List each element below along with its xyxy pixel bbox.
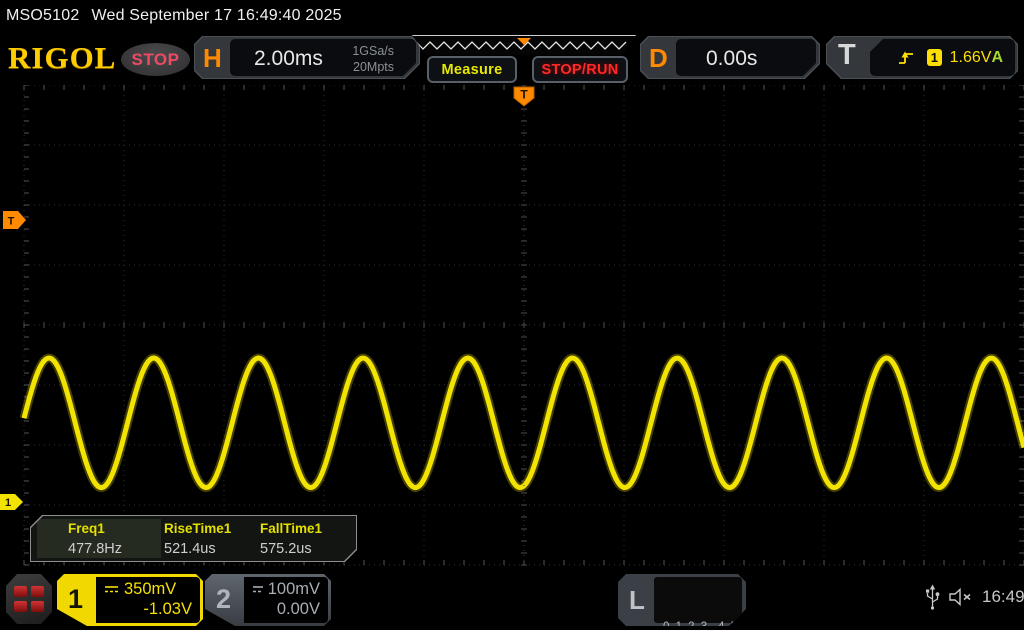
measurement-panel-body: Freq1 477.8Hz RiseTime1 521.4us FallTime… <box>31 516 356 561</box>
toolbar: RIGOL STOP H 2.00ms 1GSa/s 20Mpts Measur… <box>0 30 1024 85</box>
svg-text:1: 1 <box>5 497 11 509</box>
trigger-level-value: 1.66V <box>950 49 992 67</box>
memory-depth: 20Mpts <box>352 59 394 75</box>
speaker-muted-icon[interactable] <box>948 587 974 607</box>
channel1-readout: 350mV -1.03V <box>96 577 200 623</box>
delay-value: 0.00s <box>706 47 757 71</box>
horizontal-panel: 2.00ms 1GSa/s 20Mpts <box>230 39 416 76</box>
trigger-panel: 1 1.66V A <box>870 39 1015 76</box>
logic-channels-button[interactable]: L 0 1 2 3 4 5 6 7 8 9 1011 12131415 <box>618 574 746 626</box>
channel2-scale: 100mV <box>268 580 320 599</box>
status-tray: 16:49 <box>925 584 1024 610</box>
graticule-area: T T 1 Freq1 477.8Hz RiseTime1 521.4us Fall… <box>0 85 1024 566</box>
delay-settings-button[interactable]: D 0.00s <box>640 36 820 79</box>
grid-menu-icon <box>14 586 44 612</box>
acquisition-status-badge: STOP <box>121 43 190 76</box>
usb-icon[interactable] <box>925 584 940 610</box>
channel2-offset: 0.00V <box>252 600 320 619</box>
trigger-settings-button[interactable]: T 1 1.66V A <box>826 36 1018 79</box>
delay-panel: 0.00s <box>676 39 816 76</box>
measure-button[interactable]: Measure <box>427 56 517 83</box>
channel1-scale: 350mV <box>124 580 176 599</box>
horizontal-settings-button[interactable]: H 2.00ms 1GSa/s 20Mpts <box>194 36 420 79</box>
menu-button[interactable] <box>6 574 52 624</box>
sample-rate: 1GSa/s <box>352 43 394 59</box>
channel2-readout: 100mV 0.00V <box>244 577 328 623</box>
datetime: Wed September 17 16:49:40 2025 <box>91 7 341 24</box>
horizontal-label: H <box>203 43 222 74</box>
waveform-preview-strip[interactable] <box>412 35 636 55</box>
measurement-item-freq[interactable]: Freq1 477.8Hz <box>68 521 163 557</box>
measurement-panel[interactable]: Freq1 477.8Hz RiseTime1 521.4us FallTime… <box>30 515 357 562</box>
stop-run-button[interactable]: STOP/RUN <box>532 56 628 83</box>
trigger-mode: A <box>991 49 1003 67</box>
trigger-source-badge: 1 <box>927 49 942 66</box>
channel1-button[interactable]: 1 350mV -1.03V <box>57 574 203 626</box>
logic-label: L <box>629 585 645 616</box>
timebase-value: 2.00ms <box>254 47 323 71</box>
logic-channel-list: 0 1 2 3 4 5 6 7 8 9 1011 12131415 <box>654 577 742 623</box>
logic-row-0-7: 0 1 2 3 4 5 6 7 <box>663 618 742 630</box>
preview-zigzag-icon <box>412 36 636 55</box>
dc-coupling-icon <box>104 585 119 594</box>
sample-rate-block: 1GSa/s 20Mpts <box>352 43 394 75</box>
channel1-offset: -1.03V <box>104 600 192 619</box>
delay-label: D <box>649 43 668 74</box>
channel1-ground-marker[interactable] <box>0 494 23 510</box>
channel1-number: 1 <box>68 584 83 615</box>
trigger-level-marker[interactable] <box>3 211 26 229</box>
measurement-item-risetime[interactable]: RiseTime1 521.4us <box>164 521 259 557</box>
svg-text:T: T <box>8 216 15 228</box>
model-name: MSO5102 <box>6 7 79 24</box>
channel2-number: 2 <box>216 584 231 615</box>
clock: 16:49 <box>982 587 1024 607</box>
svg-text:T: T <box>520 88 528 102</box>
rising-edge-icon <box>896 48 913 68</box>
oscilloscope-screen: MSO5102 Wed September 17 16:49:40 2025 RI… <box>0 0 1024 630</box>
measurement-item-falltime[interactable]: FallTime1 575.2us <box>260 521 355 557</box>
title-bar: MSO5102 Wed September 17 16:49:40 2025 <box>0 0 1024 30</box>
preview-trigger-marker-icon <box>517 38 531 45</box>
dc-coupling-icon <box>252 585 263 594</box>
channel2-button[interactable]: 2 100mV 0.00V <box>205 574 331 626</box>
rigol-logo: RIGOL <box>8 40 116 76</box>
bottom-bar: 1 350mV -1.03V 2 <box>0 566 1024 630</box>
trigger-label: T <box>838 39 856 72</box>
channel1-trace <box>24 358 1024 488</box>
waveform-display[interactable]: T T 1 <box>0 85 1024 566</box>
